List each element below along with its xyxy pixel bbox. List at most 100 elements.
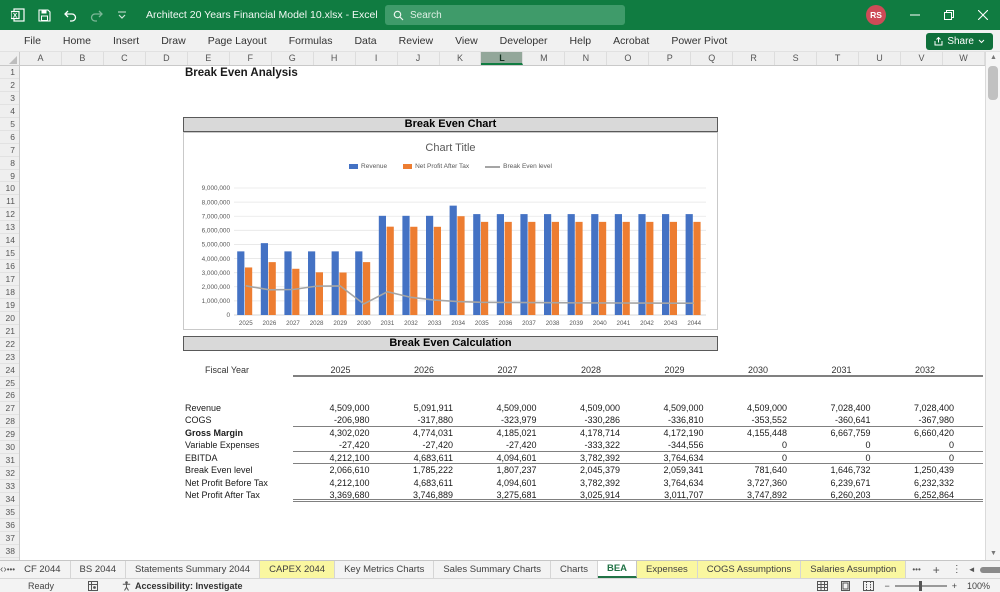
row-header-9[interactable]: 9 xyxy=(0,170,19,183)
table-cell[interactable]: 4,094,601 xyxy=(460,452,544,463)
row-header-34[interactable]: 34 xyxy=(0,493,19,506)
table-cell[interactable]: 4,212,100 xyxy=(293,477,377,489)
column-header-S[interactable]: S xyxy=(775,52,818,65)
menu-tab-help[interactable]: Help xyxy=(559,35,603,47)
row-label[interactable]: Revenue xyxy=(183,402,293,414)
page-layout-view-icon[interactable] xyxy=(840,580,851,591)
row-header-17[interactable]: 17 xyxy=(0,273,19,286)
table-cell[interactable]: 4,774,031 xyxy=(377,427,461,439)
row-header-15[interactable]: 15 xyxy=(0,247,19,261)
column-header-O[interactable]: O xyxy=(607,52,650,65)
sheet-tab-statements-summary-2044[interactable]: Statements Summary 2044 xyxy=(126,561,261,578)
table-cell[interactable]: 0 xyxy=(711,452,795,463)
share-button[interactable]: Share xyxy=(926,32,993,50)
table-cell[interactable]: 1,785,222 xyxy=(377,464,461,476)
restore-button[interactable] xyxy=(932,0,966,30)
row-label[interactable]: Net Profit Before Tax xyxy=(183,477,293,489)
row-header-5[interactable]: 5 xyxy=(0,118,19,131)
table-cell[interactable]: -333,322 xyxy=(544,439,628,450)
table-cell[interactable]: 4,212,100 xyxy=(293,452,377,463)
all-sheets-icon[interactable]: ••• xyxy=(7,561,15,578)
row-header-3[interactable]: 3 xyxy=(0,92,19,105)
fiscal-year-2030[interactable]: 2030 xyxy=(711,364,795,375)
column-header-D[interactable]: D xyxy=(146,52,188,65)
row-header-10[interactable]: 10 xyxy=(0,182,19,196)
table-cell[interactable]: 4,509,000 xyxy=(460,402,544,414)
row-header-26[interactable]: 26 xyxy=(0,389,19,403)
row-header-2[interactable]: 2 xyxy=(0,79,19,92)
table-cell[interactable]: 1,646,732 xyxy=(794,464,878,476)
menu-tab-file[interactable]: File xyxy=(13,35,52,47)
table-cell[interactable]: 4,509,000 xyxy=(544,402,628,414)
menu-tab-insert[interactable]: Insert xyxy=(102,35,150,47)
undo-icon[interactable] xyxy=(62,7,78,23)
row-header-6[interactable]: 6 xyxy=(0,131,19,144)
row-label[interactable]: Net Profit After Tax xyxy=(183,489,293,501)
table-cell[interactable]: 3,747,892 xyxy=(711,489,795,500)
table-cell[interactable]: 5,091,911 xyxy=(377,402,461,414)
column-header-A[interactable]: A xyxy=(20,52,62,65)
fiscal-year-2028[interactable]: 2028 xyxy=(544,364,628,375)
scroll-down-icon[interactable]: ▼ xyxy=(986,548,1000,560)
table-cell[interactable]: 4,683,611 xyxy=(377,477,461,489)
row-header-1[interactable]: 1 xyxy=(0,66,19,79)
row-header-32[interactable]: 32 xyxy=(0,467,19,480)
row-header-7[interactable]: 7 xyxy=(0,144,19,157)
menu-tab-home[interactable]: Home xyxy=(52,35,102,47)
table-cell[interactable]: 0 xyxy=(878,439,962,450)
customize-toolbar-icon[interactable] xyxy=(114,7,130,23)
table-cell[interactable]: -27,420 xyxy=(460,439,544,450)
menu-tab-data[interactable]: Data xyxy=(343,35,387,47)
select-all-corner[interactable] xyxy=(0,52,20,66)
fiscal-year-label[interactable]: Fiscal Year xyxy=(183,364,293,377)
table-cell[interactable]: 7,028,400 xyxy=(794,402,878,414)
sheet-tab-expenses[interactable]: Expenses xyxy=(637,561,698,578)
tab-options-icon[interactable]: ⋮ xyxy=(946,564,968,575)
row-header-22[interactable]: 22 xyxy=(0,338,19,351)
fiscal-year-2031[interactable]: 2031 xyxy=(794,364,878,375)
table-cell[interactable]: 4,683,611 xyxy=(377,452,461,463)
table-cell[interactable]: 4,094,601 xyxy=(460,477,544,489)
menu-tab-acrobat[interactable]: Acrobat xyxy=(602,35,660,47)
menu-tab-draw[interactable]: Draw xyxy=(150,35,197,47)
sheet-tab-bs-2044[interactable]: BS 2044 xyxy=(71,561,126,578)
row-header-31[interactable]: 31 xyxy=(0,454,19,468)
table-cell[interactable]: 3,727,360 xyxy=(711,477,795,489)
table-cell[interactable]: 4,185,021 xyxy=(460,427,544,439)
horizontal-scroll-thumb[interactable] xyxy=(979,566,1000,573)
table-cell[interactable]: 1,807,237 xyxy=(460,464,544,476)
macro-record-icon[interactable] xyxy=(88,580,99,591)
table-cell[interactable]: 781,640 xyxy=(711,464,795,476)
fiscal-year-2032[interactable]: 2032 xyxy=(878,364,962,375)
new-sheet-button[interactable]: + xyxy=(927,563,946,577)
table-cell[interactable]: 0 xyxy=(711,439,795,450)
sheet-tab-key-metrics-charts[interactable]: Key Metrics Charts xyxy=(335,561,435,578)
zoom-out-icon[interactable]: − xyxy=(884,581,889,591)
table-cell[interactable]: 3,025,914 xyxy=(544,489,628,500)
save-icon[interactable] xyxy=(36,7,52,23)
column-header-M[interactable]: M xyxy=(523,52,566,65)
row-header-21[interactable]: 21 xyxy=(0,325,19,338)
table-cell[interactable]: 4,509,000 xyxy=(711,402,795,414)
row-label[interactable]: Variable Expenses xyxy=(183,439,293,451)
row-header-19[interactable]: 19 xyxy=(0,299,19,312)
row-header-25[interactable]: 25 xyxy=(0,377,19,390)
column-header-R[interactable]: R xyxy=(733,52,776,65)
column-header-W[interactable]: W xyxy=(943,52,985,65)
table-cell[interactable]: 6,252,864 xyxy=(878,489,962,500)
column-header-F[interactable]: F xyxy=(230,52,272,65)
redo-icon[interactable] xyxy=(88,7,104,23)
table-cell[interactable]: 6,660,420 xyxy=(878,427,962,439)
table-cell[interactable]: 3,746,889 xyxy=(377,489,461,500)
fiscal-year-2025[interactable]: 2025 xyxy=(293,364,377,375)
row-header-24[interactable]: 24 xyxy=(0,364,19,377)
column-header-T[interactable]: T xyxy=(817,52,860,65)
row-header-36[interactable]: 36 xyxy=(0,519,19,532)
column-header-L[interactable]: L xyxy=(481,52,524,65)
column-header-U[interactable]: U xyxy=(859,52,902,65)
vertical-scroll-thumb[interactable] xyxy=(988,66,998,100)
table-cell[interactable]: -206,980 xyxy=(293,414,377,425)
row-header-35[interactable]: 35 xyxy=(0,506,19,519)
row-header-27[interactable]: 27 xyxy=(0,402,19,416)
row-header-38[interactable]: 38 xyxy=(0,545,19,558)
